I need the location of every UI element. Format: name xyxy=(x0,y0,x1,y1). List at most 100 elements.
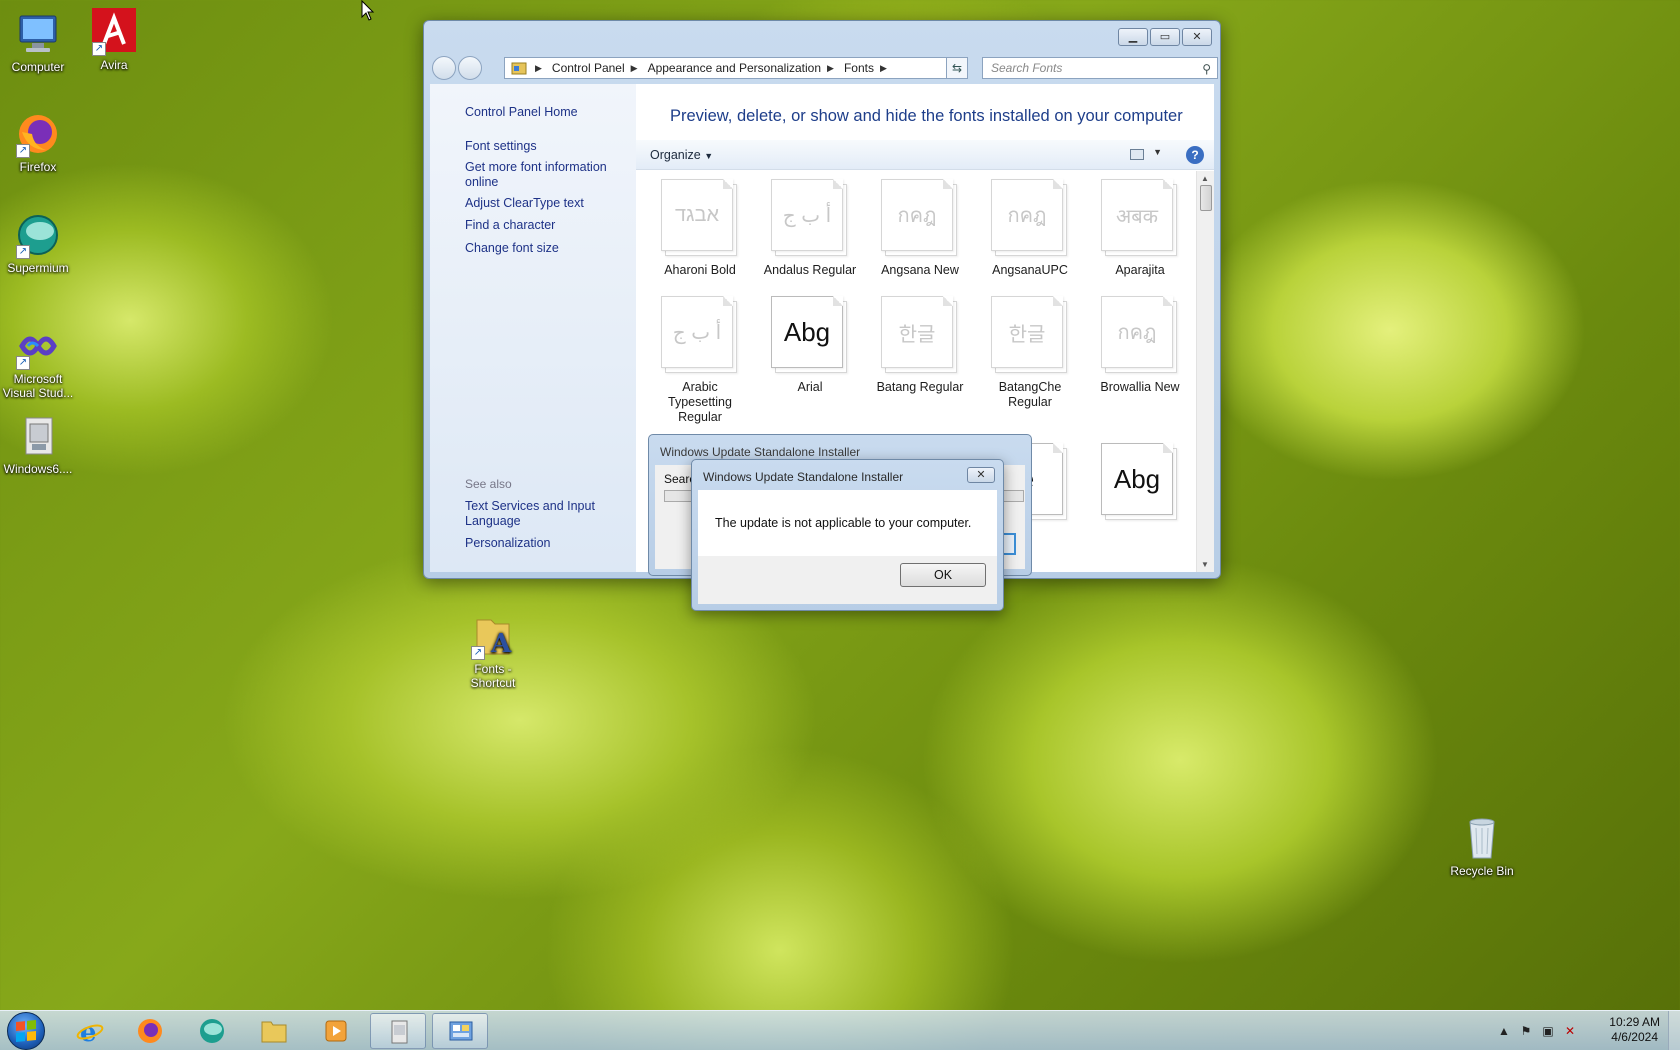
search-icon[interactable]: ⚲ xyxy=(1202,59,1211,79)
link-personalization[interactable]: Personalization xyxy=(465,536,625,551)
media-player-icon xyxy=(322,1018,350,1044)
shortcut-arrow-icon: ↗ xyxy=(16,356,30,370)
system-tray: ▲ ⚑ ▣ ✕ 10:29 AM 4/6/2024 xyxy=(1480,1011,1680,1050)
link-text-services[interactable]: Text Services and Input Language xyxy=(465,499,625,529)
link-more-font-info[interactable]: Get more font information online xyxy=(465,160,625,190)
desktop-icon-visual-studio[interactable]: ↗ Microsoft Visual Stud... xyxy=(0,322,76,400)
see-also-heading: See also xyxy=(465,477,512,491)
dialog-title: Windows Update Standalone Installer xyxy=(660,445,861,459)
search-input[interactable]: Search Fonts ⚲ xyxy=(982,57,1218,79)
taskbar-file-explorer[interactable] xyxy=(246,1013,302,1049)
dialog-message: The update is not applicable to your com… xyxy=(715,516,972,530)
desktop-icon-computer[interactable]: Computer xyxy=(0,10,76,74)
taskbar-installer[interactable] xyxy=(370,1013,426,1049)
firefox-icon: ↗ xyxy=(14,110,62,158)
fonts-folder-icon: A ↗ xyxy=(469,612,517,660)
svg-text:A: A xyxy=(490,629,512,659)
font-item[interactable]: أ ب ج Arabic Typesetting Regular xyxy=(650,296,750,425)
maximize-button[interactable]: ▭ xyxy=(1150,28,1180,46)
breadcrumb-separator-icon: ▶ xyxy=(535,62,542,73)
shortcut-arrow-icon: ↗ xyxy=(16,245,30,259)
help-icon[interactable]: ? xyxy=(1186,146,1204,164)
dialog-title: Windows Update Standalone Installer xyxy=(703,470,904,484)
font-item[interactable]: กคฎ AngsanaUPC xyxy=(980,179,1080,278)
visual-studio-icon: ↗ xyxy=(14,322,62,370)
control-panel-icon xyxy=(447,1019,475,1045)
page-title: Preview, delete, or show and hide the fo… xyxy=(670,107,1183,125)
taskbar-control-panel[interactable] xyxy=(432,1013,488,1049)
scroll-up-icon[interactable]: ▲ xyxy=(1201,174,1209,183)
taskbar-supermium[interactable] xyxy=(184,1013,240,1049)
forward-button[interactable] xyxy=(458,56,482,80)
change-view-icon[interactable] xyxy=(1130,149,1144,160)
link-change-font-size[interactable]: Change font size xyxy=(465,241,625,256)
show-desktop-button[interactable] xyxy=(1668,1011,1680,1050)
avira-icon: ↗ xyxy=(90,8,138,56)
desktop-icon-avira[interactable]: ↗ Avira xyxy=(76,8,152,72)
breadcrumb-separator-icon[interactable]: ▶ xyxy=(631,63,638,74)
scroll-thumb[interactable] xyxy=(1200,185,1212,211)
address-bar[interactable]: ▶ Control Panel ▶ Appearance and Persona… xyxy=(504,57,966,79)
network-icon[interactable]: ▣ xyxy=(1540,1023,1556,1039)
volume-muted-icon[interactable]: ✕ xyxy=(1562,1023,1578,1039)
breadcrumb-control-panel[interactable]: Control Panel xyxy=(552,61,625,75)
desktop-icon-firefox[interactable]: ↗ Firefox xyxy=(0,110,76,174)
back-button[interactable] xyxy=(432,56,456,80)
breadcrumb-appearance[interactable]: Appearance and Personalization xyxy=(648,61,821,75)
control-panel-icon xyxy=(511,61,527,75)
desktop-icon-windows-update-file[interactable]: Windows6.... xyxy=(0,412,76,476)
vertical-scrollbar[interactable]: ▲ ▼ xyxy=(1196,171,1214,572)
link-cleartype[interactable]: Adjust ClearType text xyxy=(465,196,625,211)
taskbar-firefox[interactable] xyxy=(122,1013,178,1049)
firefox-icon xyxy=(136,1018,164,1044)
link-font-settings[interactable]: Font settings xyxy=(465,139,625,154)
internet-explorer-icon: e xyxy=(76,1018,104,1048)
font-item[interactable]: अबक Aparajita xyxy=(1090,179,1190,278)
desktop-icon-fonts-shortcut[interactable]: A ↗ Fonts - Shortcut xyxy=(455,612,531,690)
font-item[interactable]: 한글 BatangChe Regular xyxy=(980,296,1080,410)
toolbar: Organize ▼ ▼ ? xyxy=(636,140,1214,170)
scroll-down-icon[interactable]: ▼ xyxy=(1201,560,1209,569)
mouse-cursor-icon xyxy=(361,0,375,21)
refresh-button[interactable]: ⇆ xyxy=(946,57,968,79)
close-button[interactable]: ✕ xyxy=(1182,28,1212,46)
font-item[interactable]: 한글 Batang Regular xyxy=(870,296,970,395)
computer-icon xyxy=(14,10,62,58)
show-hidden-icons-icon[interactable]: ▲ xyxy=(1496,1023,1512,1039)
close-icon[interactable]: ✕ xyxy=(967,467,995,483)
update-not-applicable-dialog: Windows Update Standalone Installer ✕ Th… xyxy=(691,459,1004,611)
font-item[interactable]: אבגד Aharoni Bold xyxy=(650,179,750,278)
font-item[interactable]: Abg Arial xyxy=(760,296,860,395)
installer-package-icon xyxy=(14,412,62,460)
link-control-panel-home[interactable]: Control Panel Home xyxy=(465,105,625,120)
ok-button[interactable]: OK xyxy=(900,563,986,587)
view-dropdown-icon[interactable]: ▼ xyxy=(1153,147,1162,157)
breadcrumb-fonts[interactable]: Fonts xyxy=(844,61,874,75)
shortcut-arrow-icon: ↗ xyxy=(16,144,30,158)
link-find-character[interactable]: Find a character xyxy=(465,218,625,233)
folder-icon xyxy=(260,1018,288,1044)
desktop-icon-recycle-bin[interactable]: Recycle Bin xyxy=(1444,814,1520,878)
organize-menu[interactable]: Organize ▼ xyxy=(650,148,713,162)
clock-date: 4/6/2024 xyxy=(1611,1030,1658,1044)
installer-package-icon xyxy=(385,1019,413,1045)
action-center-flag-icon[interactable]: ⚑ xyxy=(1518,1023,1534,1039)
clock[interactable]: 10:29 AM 4/6/2024 xyxy=(1609,1015,1660,1045)
shortcut-arrow-icon: ↗ xyxy=(471,646,485,660)
shortcut-arrow-icon: ↗ xyxy=(92,42,106,56)
start-button[interactable] xyxy=(3,1012,49,1050)
minimize-button[interactable]: ▁ xyxy=(1118,28,1148,46)
font-item[interactable]: กคฎ Browallia New xyxy=(1090,296,1190,395)
supermium-icon: ↗ xyxy=(14,211,62,259)
left-navigation-pane: Control Panel Home Font settings Get mor… xyxy=(430,84,636,572)
breadcrumb-separator-icon[interactable]: ▶ xyxy=(827,63,834,74)
clock-time: 10:29 AM xyxy=(1609,1015,1660,1029)
supermium-icon xyxy=(198,1018,226,1044)
desktop-icon-supermium[interactable]: ↗ Supermium xyxy=(0,211,76,275)
taskbar-media-player[interactable] xyxy=(308,1013,364,1049)
font-item[interactable]: أ ب ج Andalus Regular xyxy=(760,179,860,278)
taskbar-internet-explorer[interactable]: e xyxy=(62,1013,118,1049)
font-item[interactable]: Abg xyxy=(1090,443,1190,521)
font-item[interactable]: กคฎ Angsana New xyxy=(870,179,970,278)
breadcrumb-separator-icon[interactable]: ▶ xyxy=(880,63,887,74)
